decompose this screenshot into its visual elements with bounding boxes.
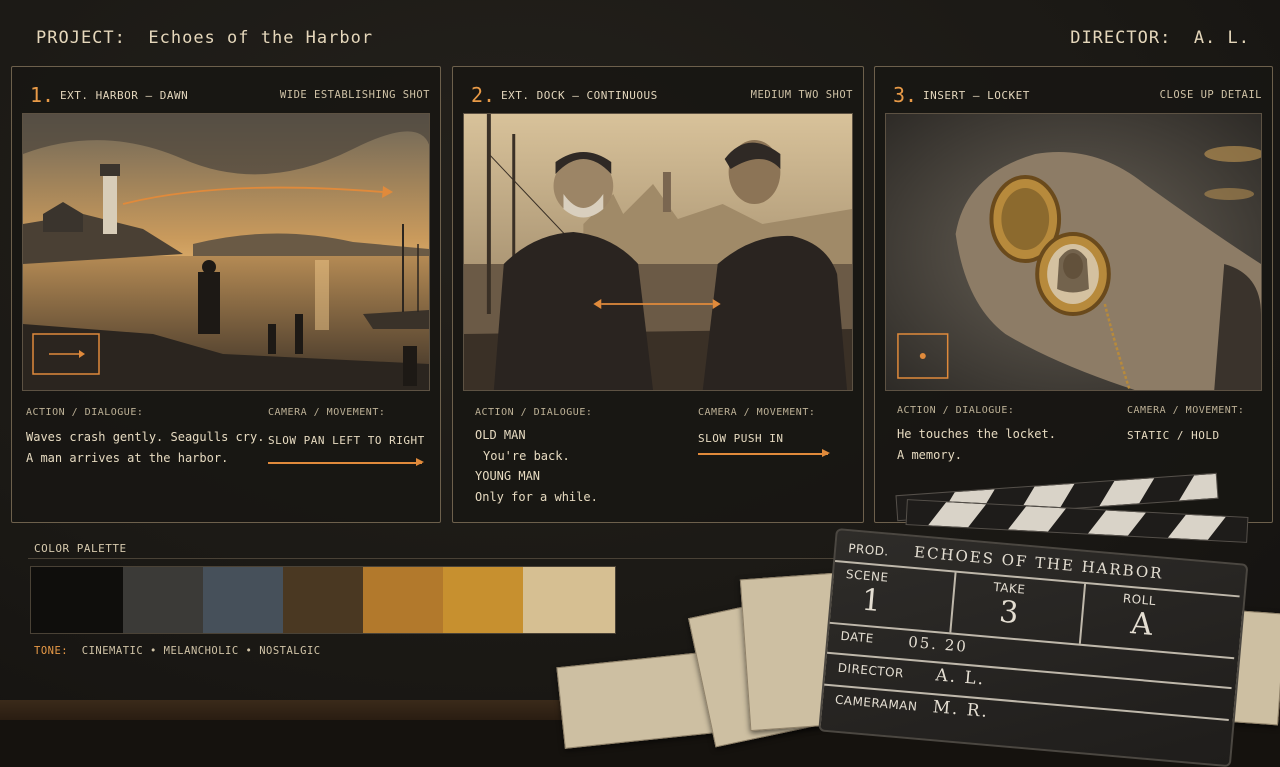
director-label: DIRECTOR: A. L. <box>1070 28 1250 48</box>
character-name: YOUNG MAN <box>475 469 541 483</box>
swatch[interactable] <box>203 567 283 633</box>
tone-item: CINEMATIC <box>81 645 144 657</box>
slate-scene-value: 1 <box>860 582 883 620</box>
swatch[interactable] <box>31 567 123 633</box>
action-dialogue-text: OLD MAN You're back. YOUNG MAN Only for … <box>475 425 598 507</box>
tone-item: MELANCHOLIC <box>163 645 239 657</box>
camera-movement-arrow <box>698 450 830 456</box>
camera-movement-label: CAMERA / MOVEMENT: <box>1127 405 1245 416</box>
dialogue-line: You're back. <box>483 448 570 463</box>
slate-cameraman-value: M. R. <box>931 697 990 722</box>
action-dialogue-text: Waves crash gently. Seagulls cry. A man … <box>26 427 264 469</box>
character-name: OLD MAN <box>475 428 526 442</box>
camera-movement-label: CAMERA / MOVEMENT: <box>698 407 816 418</box>
panel-sketch-dock <box>463 113 853 391</box>
panel-sketch-locket <box>885 113 1262 391</box>
panel-scene-heading: EXT. DOCK – CONTINUOUS <box>501 89 658 102</box>
storyboard-panel-2[interactable]: 2. EXT. DOCK – CONTINUOUS MEDIUM TWO SHO… <box>452 66 864 523</box>
slate-cameraman-key: CAMERAMAN <box>834 692 918 714</box>
panel-shot-type: MEDIUM TWO SHOT <box>750 89 853 101</box>
slate-prod-value: ECHOES OF THE HARBOR <box>913 542 1165 583</box>
tone-separator: • <box>245 645 253 657</box>
director-key: DIRECTOR: <box>1070 28 1172 48</box>
slate-director-value: A. L. <box>934 665 987 690</box>
dialogue-line: Only for a while. <box>475 489 598 504</box>
project-value: Echoes of the Harbor <box>148 28 374 48</box>
action-dialogue-text: He touches the locket. A memory. <box>897 424 1056 466</box>
project-title: PROJECT: Echoes of the Harbor <box>36 28 373 48</box>
slate-take-key: TAKE <box>992 579 1027 597</box>
director-value: A. L. <box>1193 28 1250 48</box>
action-line: Waves crash gently. Seagulls cry. <box>26 430 265 444</box>
action-line: A man arrives at the harbor. <box>26 451 229 465</box>
action-line: He touches the locket. <box>897 427 1056 441</box>
camera-movement-arrow <box>268 459 424 465</box>
slate-roll-value: A <box>1129 606 1154 643</box>
panel-number: 3. <box>893 83 918 107</box>
swatch[interactable] <box>123 567 203 633</box>
action-line: A memory. <box>897 448 963 462</box>
panel-sketch-harbor <box>22 113 430 391</box>
panel-scene-heading: EXT. HARBOR – DAWN <box>60 89 189 102</box>
swatch[interactable] <box>283 567 363 633</box>
action-dialogue-label: ACTION / DIALOGUE: <box>26 407 144 418</box>
camera-movement-value: SLOW PUSH IN <box>698 432 784 445</box>
panel-number: 1. <box>30 83 55 107</box>
swatch[interactable] <box>363 567 443 633</box>
storyboard-panel-3[interactable]: 3. INSERT – LOCKET CLOSE UP DETAIL ACTIO… <box>874 66 1273 523</box>
action-dialogue-label: ACTION / DIALOGUE: <box>897 405 1015 416</box>
swatch[interactable] <box>443 567 523 633</box>
storyboard-panel-1[interactable]: 1. EXT. HARBOR – DAWN WIDE ESTABLISHING … <box>11 66 441 523</box>
panel-shot-type: CLOSE UP DETAIL <box>1159 89 1262 101</box>
clapperboard: PROD. ECHOES OF THE HARBOR SCENE 1 TAKE … <box>818 470 1256 767</box>
action-dialogue-label: ACTION / DIALOGUE: <box>475 407 593 418</box>
slate-roll-key: ROLL <box>1122 591 1157 609</box>
slate-director-key: DIRECTOR <box>837 660 905 681</box>
color-palette-title: COLOR PALETTE <box>34 542 127 555</box>
panel-shot-type: WIDE ESTABLISHING SHOT <box>279 89 430 101</box>
camera-movement-value: STATIC / HOLD <box>1127 429 1220 442</box>
tone-line: TONE: CINEMATIC • MELANCHOLIC • NOSTALGI… <box>34 645 321 657</box>
camera-movement-label: CAMERA / MOVEMENT: <box>268 407 386 418</box>
swatch[interactable] <box>523 567 615 633</box>
panel-number: 2. <box>471 83 496 107</box>
project-key: PROJECT: <box>36 28 126 48</box>
panel-scene-heading: INSERT – LOCKET <box>923 89 1030 102</box>
color-palette <box>30 566 616 634</box>
slate-date-key: DATE <box>840 628 875 646</box>
slate-prod-key: PROD. <box>847 541 890 559</box>
tone-key: TONE: <box>34 645 69 657</box>
clapper-slate: PROD. ECHOES OF THE HARBOR SCENE 1 TAKE … <box>818 528 1249 767</box>
palette-divider <box>28 558 858 559</box>
slate-date-value: 05. 20 <box>907 632 969 656</box>
tone-item: NOSTALGIC <box>259 645 321 657</box>
camera-movement-value: SLOW PAN LEFT TO RIGHT <box>268 434 425 447</box>
slate-take-value: 3 <box>997 594 1020 632</box>
tone-separator: • <box>150 645 157 657</box>
